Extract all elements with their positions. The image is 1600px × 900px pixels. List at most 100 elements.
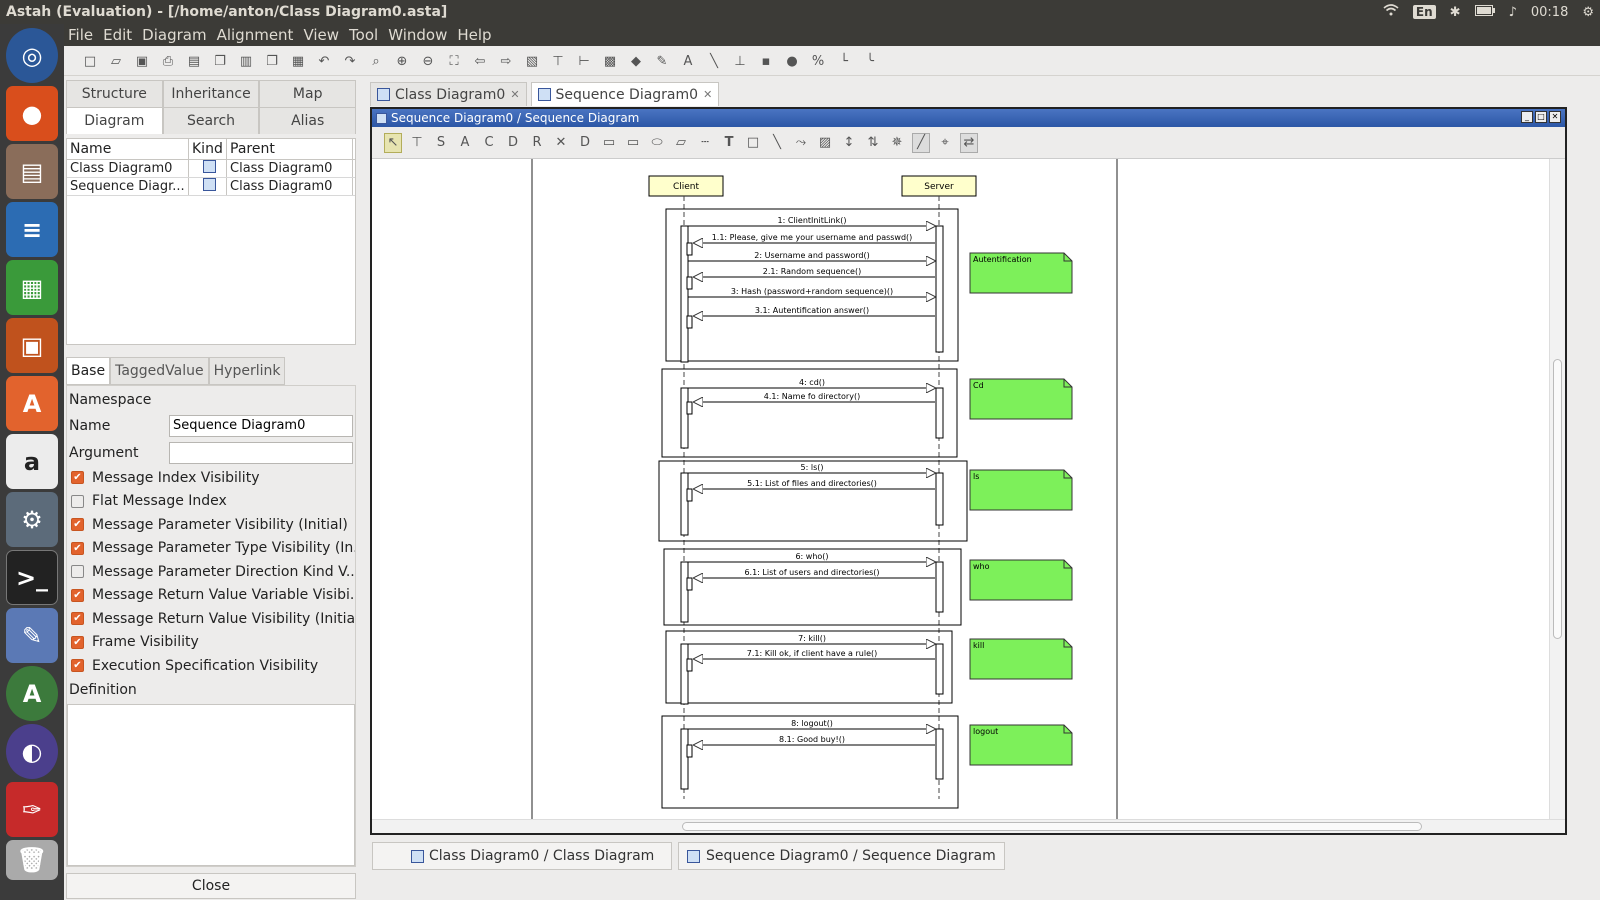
checkbox-unchecked[interactable] — [71, 565, 84, 579]
close-button[interactable]: Close — [66, 872, 356, 899]
vertical-space-icon[interactable]: ↕ — [840, 133, 858, 153]
overview-icon[interactable]: ▧ — [522, 52, 542, 72]
menu-alignment[interactable]: Alignment — [217, 26, 294, 44]
sequence-diagram-svg[interactable]: Client Server 1: ClientInitLink() 1.1: Plea… — [372, 159, 1548, 819]
column-kind[interactable]: Kind — [189, 139, 227, 159]
vertical-scrollbar[interactable] — [1549, 159, 1565, 819]
align-top-icon[interactable]: ⊤ — [548, 52, 568, 72]
save-icon[interactable]: ▣ — [132, 52, 152, 72]
option-checkbox-row[interactable]: Flat Message Index — [67, 490, 355, 514]
battery-icon[interactable] — [1474, 4, 1495, 20]
checkbox-checked[interactable]: ✔ — [71, 471, 84, 485]
clock[interactable]: 00:18 — [1531, 5, 1568, 20]
copy-icon[interactable]: ❐ — [210, 52, 230, 72]
layout-icon[interactable]: ▪ — [756, 52, 776, 72]
align-left-icon[interactable]: ⊢ — [574, 52, 594, 72]
option-checkbox-row[interactable]: ✔ Message Return Value Variable Visibi... — [67, 584, 355, 608]
updater-icon[interactable]: A — [6, 666, 58, 721]
drawing-app-icon[interactable]: ✎ — [6, 608, 58, 663]
calc-icon[interactable]: ▦ — [6, 260, 58, 315]
select-tool-icon[interactable]: ↖ — [384, 132, 402, 153]
execution-spec-client[interactable] — [680, 472, 689, 536]
tab-sequence-diagram0[interactable]: Sequence Diagram0 ✕ — [530, 82, 720, 106]
checkbox-unchecked[interactable] — [71, 494, 84, 508]
eclipse-icon[interactable]: ◐ — [6, 724, 58, 779]
curve-tool-icon[interactable]: ⤳ — [792, 133, 810, 153]
close-icon[interactable]: ✕ — [510, 88, 519, 101]
create-message-tool-icon[interactable]: A — [456, 133, 474, 153]
shape-icon[interactable]: ● — [782, 52, 802, 72]
menu-help[interactable]: Help — [457, 26, 491, 44]
note[interactable] — [969, 378, 1073, 420]
tab-diagram[interactable]: Diagram — [66, 107, 163, 134]
message-tool-icon[interactable]: S — [432, 133, 450, 153]
impress-icon[interactable]: ▣ — [6, 318, 58, 373]
pin-icon[interactable]: ✵ — [888, 133, 906, 153]
image-tool-icon[interactable]: ▨ — [816, 133, 834, 153]
note[interactable] — [969, 638, 1073, 680]
execution-spec-server[interactable] — [935, 225, 944, 353]
list-item[interactable]: Class Diagram0 Class Diagram0 — [67, 160, 355, 178]
interaction-frame[interactable] — [665, 208, 959, 362]
destroy-message-tool-icon[interactable]: D — [504, 133, 522, 153]
checkbox-checked[interactable]: ✔ — [71, 612, 84, 626]
checkbox-checked[interactable]: ✔ — [71, 541, 84, 555]
checkbox-checked[interactable]: ✔ — [71, 518, 84, 532]
definition-textarea[interactable] — [67, 703, 355, 866]
undo-icon[interactable]: ↶ — [314, 52, 334, 72]
software-center-icon[interactable]: A — [6, 376, 58, 431]
line-corner-icon[interactable]: └ — [834, 52, 854, 72]
option-checkbox-row[interactable]: ✔ Message Index Visibility — [67, 466, 355, 490]
writer-icon[interactable]: ≡ — [6, 202, 58, 257]
keyboard-layout-indicator[interactable]: En — [1412, 5, 1436, 19]
tab-search[interactable]: Search — [162, 107, 260, 134]
option-checkbox-row[interactable]: ✔ Execution Specification Visibility — [67, 654, 355, 678]
files-icon[interactable]: ▤ — [6, 144, 58, 199]
terminal-icon[interactable]: >_ — [6, 550, 58, 605]
rectangle-tool-icon[interactable]: □ — [744, 133, 762, 153]
scroll-thumb[interactable] — [1553, 359, 1562, 639]
tab-taggedvalue[interactable]: TaggedValue — [110, 357, 209, 385]
paste-icon[interactable]: ▥ — [236, 52, 256, 72]
diagram-canvas[interactable]: Client Server 1: ClientInitLink() 1.1: Plea… — [372, 159, 1548, 819]
menu-file[interactable]: File — [68, 26, 93, 44]
tree-layout-icon[interactable]: ⊥ — [730, 52, 750, 72]
close-icon[interactable]: ✕ — [1549, 111, 1561, 123]
interaction-use-tool-icon[interactable]: ▭ — [624, 133, 642, 153]
checkbox-checked[interactable]: ✔ — [71, 659, 84, 673]
print-icon[interactable]: ⎙ — [158, 52, 178, 72]
close-icon[interactable]: ✕ — [703, 88, 712, 101]
found-message-tool-icon[interactable]: R — [528, 133, 546, 153]
anchor-tool-icon[interactable]: ┄ — [696, 133, 714, 153]
line-style-toggle-icon[interactable]: ╱ — [912, 132, 930, 153]
name-field[interactable] — [169, 414, 353, 437]
arrange-icon[interactable]: ▩ — [600, 52, 620, 72]
menu-tool[interactable]: Tool — [349, 26, 378, 44]
lifeline-tool-icon[interactable]: ⊤ — [408, 133, 426, 153]
system-settings-icon[interactable]: ⚙ — [6, 492, 58, 547]
combined-fragment-tool-icon[interactable]: ▭ — [600, 133, 618, 153]
option-checkbox-row[interactable]: ✔ Message Parameter Type Visibility (In..… — [67, 537, 355, 561]
fit-window-icon[interactable]: ⛶ — [444, 52, 464, 72]
line-color-icon[interactable]: ✎ — [652, 52, 672, 72]
scroll-thumb[interactable] — [682, 822, 1422, 831]
option-checkbox-row[interactable]: ✔ Message Parameter Visibility (Initial) — [67, 513, 355, 537]
zoom-out-icon[interactable]: ⊖ — [418, 52, 438, 72]
execution-spec-client[interactable] — [680, 643, 689, 705]
print-preview-icon[interactable]: ▤ — [184, 52, 204, 72]
menu-edit[interactable]: Edit — [103, 26, 132, 44]
fill-color-icon[interactable]: ◆ — [626, 52, 646, 72]
state-invariant-tool-icon[interactable]: ⬭ — [648, 133, 666, 153]
forward-icon[interactable]: ⇨ — [496, 52, 516, 72]
tab-inheritance[interactable]: Inheritance — [162, 80, 260, 107]
zoom-actual-icon[interactable]: ⌕ — [366, 52, 386, 72]
execution-spec-server[interactable] — [935, 561, 944, 613]
note[interactable] — [969, 469, 1073, 511]
amazon-icon[interactable]: a — [6, 434, 58, 489]
tab-map[interactable]: Map — [259, 80, 357, 107]
text-tool-icon[interactable]: T — [720, 133, 738, 153]
column-parent[interactable]: Parent — [227, 139, 353, 159]
fit-frame-icon[interactable]: ⌖ — [936, 133, 954, 153]
snap-toggle-icon[interactable]: ⇄ — [960, 132, 978, 153]
execution-spec-client[interactable] — [680, 728, 689, 790]
